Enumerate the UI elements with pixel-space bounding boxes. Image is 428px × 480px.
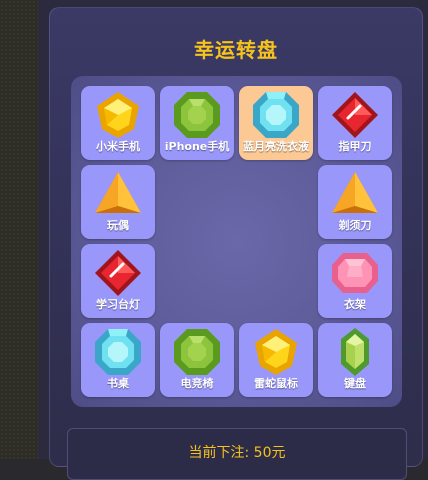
prize-cell-keyboard[interactable]: 键盘 xyxy=(318,323,392,397)
prize-label: 雷蛇鼠标 xyxy=(254,377,298,390)
prize-cell-desk[interactable]: 书桌 xyxy=(81,323,155,397)
lucky-wheel-panel: 幸运转盘 小米手机 iPhone手机 蓝月亮洗衣液 指甲刀 剃须刀 衣架 键盘 … xyxy=(49,7,423,480)
yellow-gem-icon xyxy=(255,329,297,375)
cyan-gem-icon xyxy=(253,92,299,138)
green-gem-icon xyxy=(174,92,220,138)
prize-label: 指甲刀 xyxy=(338,140,372,153)
orange-gem-icon xyxy=(95,172,141,213)
prize-label: 玩偶 xyxy=(107,219,129,232)
prize-label: 键盘 xyxy=(344,377,366,390)
cyan-gem-icon xyxy=(95,329,141,375)
prize-label: iPhone手机 xyxy=(164,140,230,153)
green-gem-icon xyxy=(174,329,220,375)
page-title: 幸运转盘 xyxy=(194,38,278,62)
current-bet-text: 当前下注: 50元 xyxy=(188,445,286,461)
prize-label: 书桌 xyxy=(107,377,129,390)
prize-cell-iphone[interactable]: iPhone手机 xyxy=(160,86,234,160)
prize-label: 衣架 xyxy=(344,298,366,311)
red-gem-icon xyxy=(95,250,141,296)
prize-cell-desk-lamp[interactable]: 学习台灯 xyxy=(81,244,155,318)
prize-cell-gaming-chair[interactable]: 电竞椅 xyxy=(160,323,234,397)
prize-cell-hanger[interactable]: 衣架 xyxy=(318,244,392,318)
prize-label: 小米手机 xyxy=(96,140,140,153)
pink-gem-icon xyxy=(332,253,378,293)
lime-gem-icon xyxy=(341,328,369,376)
red-gem-icon xyxy=(332,92,378,138)
left-edge-texture xyxy=(0,0,38,459)
prize-label: 蓝月亮洗衣液 xyxy=(243,140,309,153)
prize-label: 学习台灯 xyxy=(96,298,140,311)
prize-cell-laundry-detergent[interactable]: 蓝月亮洗衣液 xyxy=(239,86,313,160)
orange-gem-icon xyxy=(332,172,378,213)
prize-label: 电竞椅 xyxy=(180,377,214,390)
yellow-gem-icon xyxy=(97,92,139,138)
prize-label: 剃须刀 xyxy=(338,219,372,232)
bet-info-box: 当前下注: 50元 xyxy=(67,428,407,480)
prize-cell-nail-clipper[interactable]: 指甲刀 xyxy=(318,86,392,160)
prize-cell-doll[interactable]: 玩偶 xyxy=(81,165,155,239)
prize-cell-xiaomi-phone[interactable]: 小米手机 xyxy=(81,86,155,160)
prize-board: 小米手机 iPhone手机 蓝月亮洗衣液 指甲刀 剃须刀 衣架 键盘 雷蛇鼠标 … xyxy=(71,76,402,407)
prize-cell-razer-mouse[interactable]: 雷蛇鼠标 xyxy=(239,323,313,397)
prize-cell-shaver[interactable]: 剃须刀 xyxy=(318,165,392,239)
